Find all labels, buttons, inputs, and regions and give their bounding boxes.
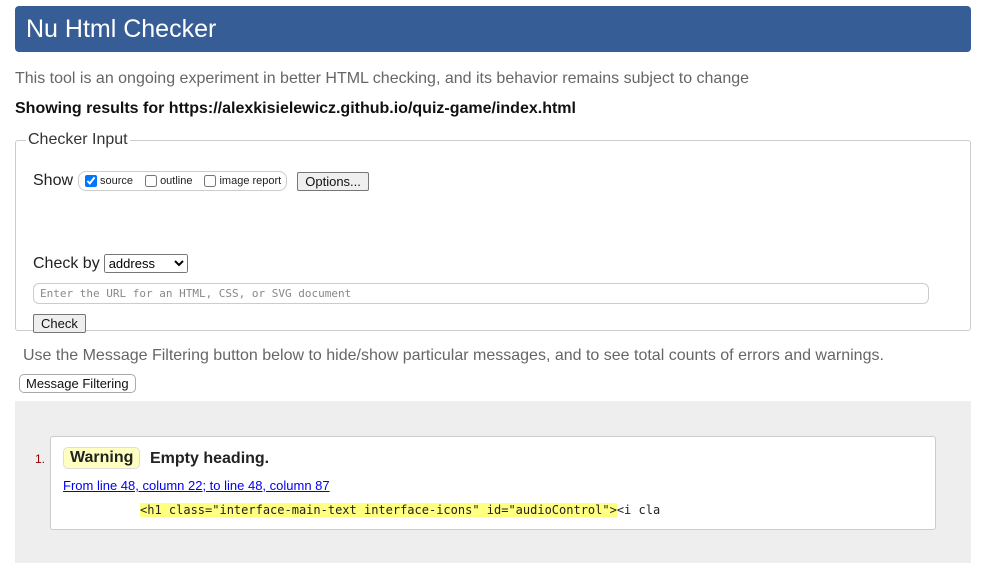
show-row: Show source outline image report Options… <box>33 171 369 191</box>
image-report-checkbox[interactable] <box>204 175 217 187</box>
option-image-report[interactable]: image report <box>204 175 281 187</box>
message-text: Empty heading. <box>150 450 270 467</box>
tagline: This tool is an ongoing experiment in be… <box>15 70 750 87</box>
url-input[interactable] <box>33 283 929 304</box>
message-number: 1. <box>35 452 46 466</box>
show-label: Show <box>33 172 74 189</box>
results-for: Showing results for https://alexkisielew… <box>15 100 576 117</box>
message-filtering-button[interactable]: Message Filtering <box>19 374 136 393</box>
option-source[interactable]: source <box>85 175 133 187</box>
location-link[interactable]: From line 48, column 22; to line 48, col… <box>63 478 330 493</box>
outline-checkbox[interactable] <box>145 175 158 187</box>
message-item: Warning Empty heading. From line 48, col… <box>50 436 936 530</box>
warning-badge: Warning <box>63 447 141 469</box>
source-label: source <box>100 175 134 187</box>
check-by-select[interactable]: address <box>103 254 188 273</box>
source-checkbox[interactable] <box>85 175 98 187</box>
code-after: <i cla <box>616 503 661 517</box>
show-options: source outline image report <box>78 171 288 191</box>
page-title: Nu Html Checker <box>15 6 971 52</box>
outline-label: outline <box>160 175 193 187</box>
filtering-hint: Use the Message Filtering button below t… <box>23 347 884 364</box>
code-highlight: <h1 class="interface-main-text interface… <box>140 503 617 517</box>
check-by-label: Check by <box>33 254 100 272</box>
options-button[interactable]: Options... <box>297 171 369 191</box>
checker-input-legend: Checker Input <box>28 131 128 148</box>
check-by-row: Check by address <box>33 254 188 273</box>
option-outline[interactable]: outline <box>145 175 192 187</box>
checker-input-form: Checker Input Show source outline image … <box>15 131 971 333</box>
code-extract: <h1 class="interface-main-text interface… <box>140 503 660 517</box>
results-panel: 1. Warning Empty heading. From line 48, … <box>15 401 971 563</box>
check-button[interactable]: Check <box>33 314 86 333</box>
image-report-label: image report <box>219 175 282 187</box>
